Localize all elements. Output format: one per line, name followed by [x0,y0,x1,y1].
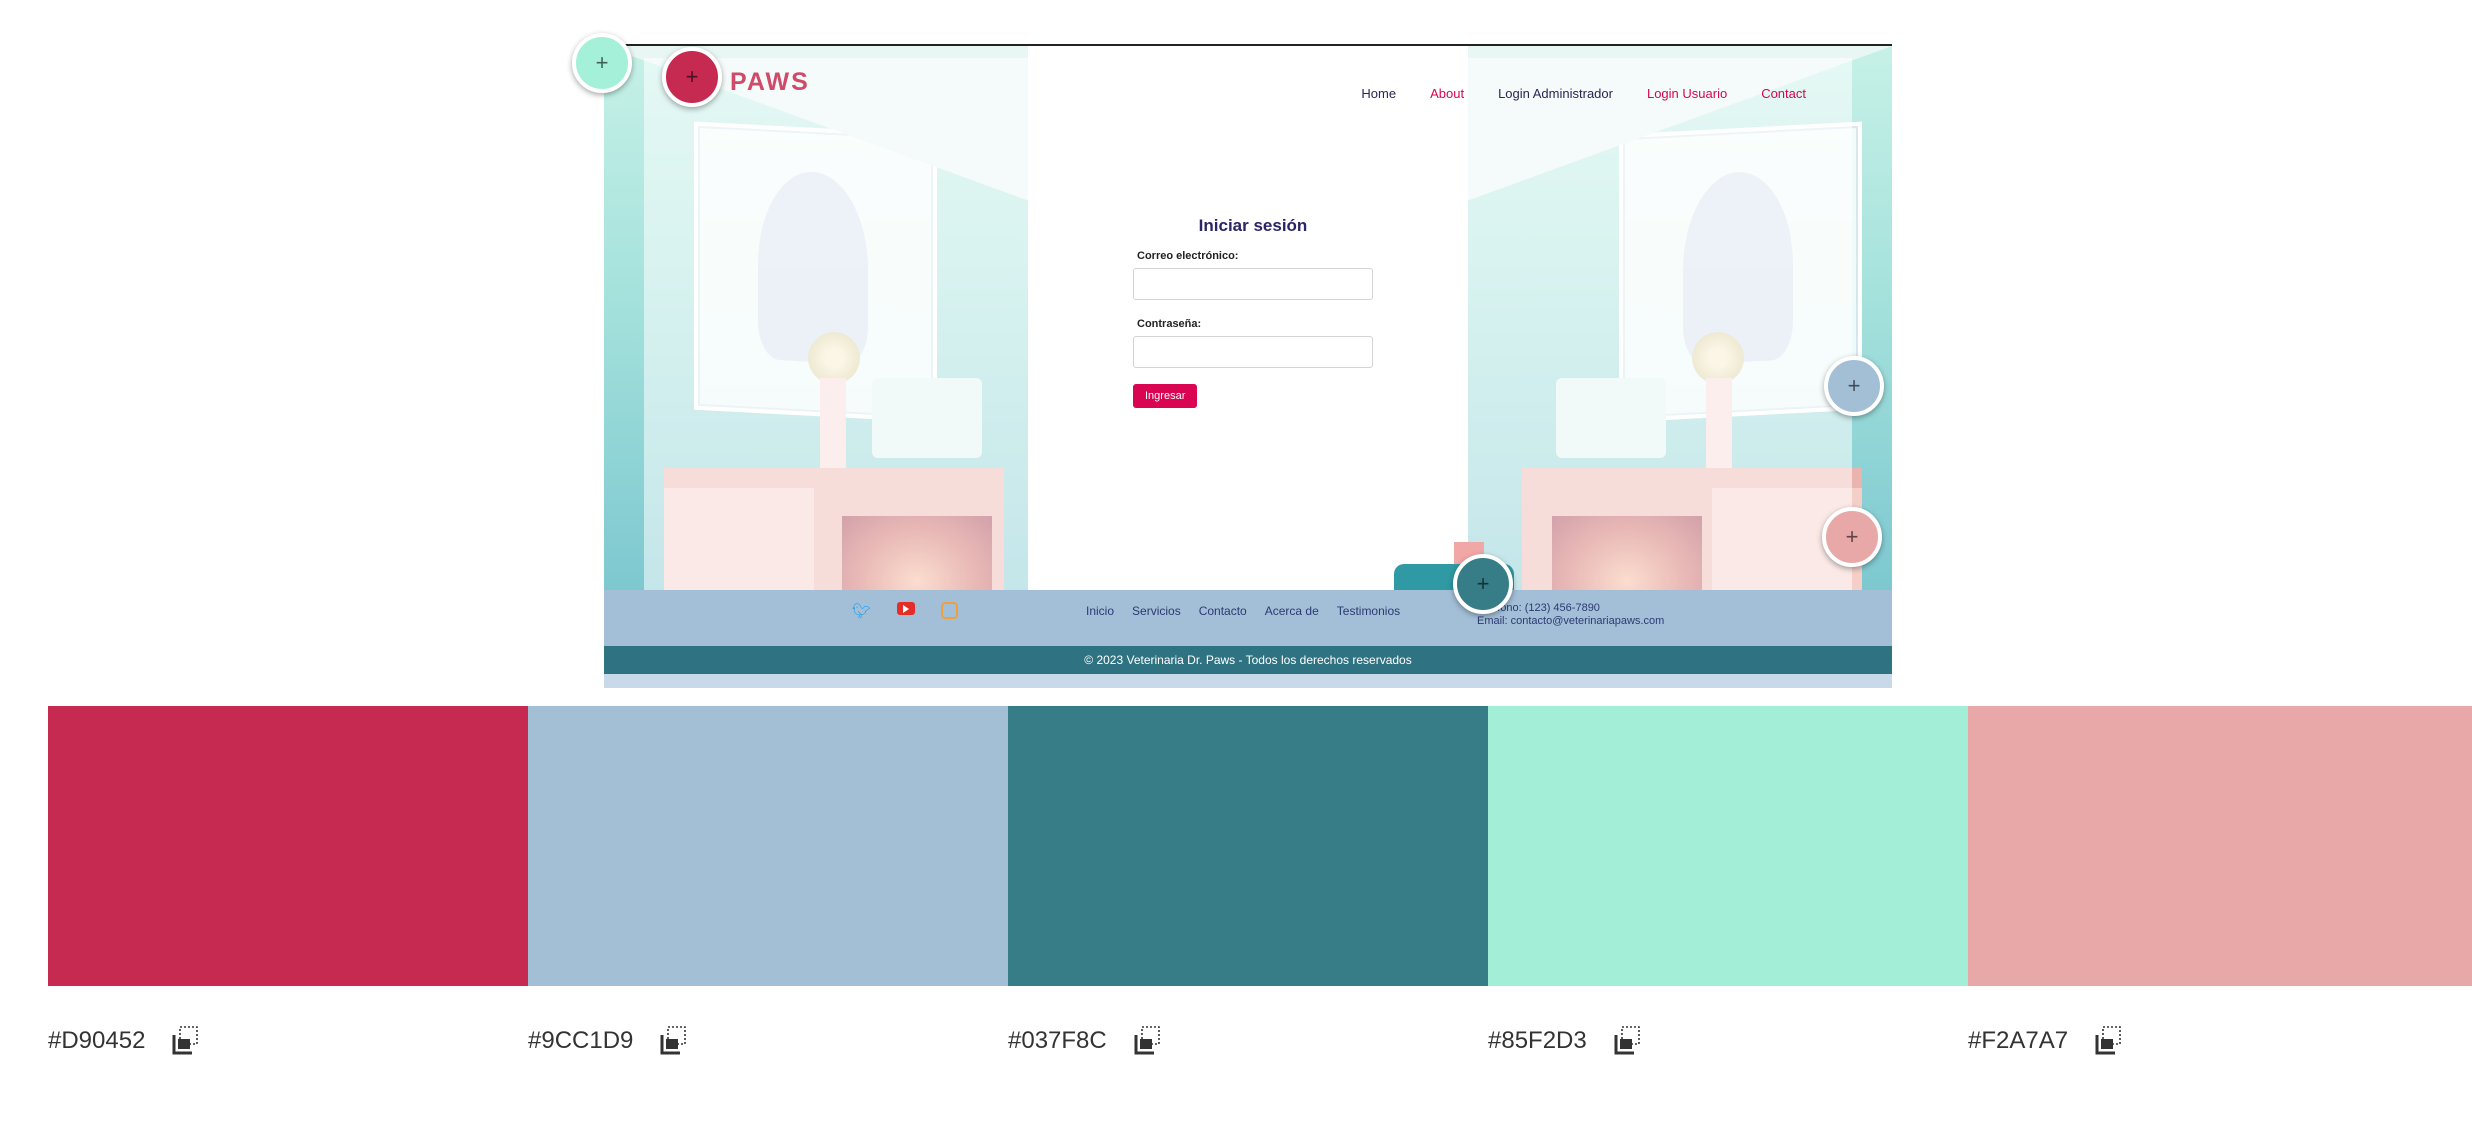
plus-icon: + [1476,571,1490,596]
color-picker-light-blue[interactable]: + [1824,356,1884,416]
palette-label-5: #F2A7A7 [1968,1024,2126,1058]
copy-icon[interactable] [2092,1024,2126,1058]
site-nav: Home About Login Administrador Login Usu… [1361,86,1806,101]
palette-label-1: #D90452 [48,1024,203,1058]
nav-login-user[interactable]: Login Usuario [1647,86,1727,101]
nav-contact[interactable]: Contact [1761,86,1806,101]
social-links: 🐦︎ [852,602,959,620]
copy-icon[interactable] [657,1024,691,1058]
hex-code: #9CC1D9 [528,1027,634,1054]
hex-code: #037F8C [1008,1027,1107,1054]
contact-email: Email: contacto@veterinariapaws.com [1477,615,1665,627]
palette-swatch-5[interactable] [1968,706,2472,986]
copy-icon[interactable] [169,1024,203,1058]
plus-icon: + [1847,373,1861,398]
palette-swatch-2[interactable] [528,706,1008,986]
login-title: Iniciar sesión [1198,216,1308,235]
palette-swatch-3[interactable] [1008,706,1488,986]
youtube-icon[interactable] [897,602,916,615]
plus-icon: + [1845,524,1859,549]
password-label: Contraseña: [1137,318,1202,330]
color-picker-crimson[interactable]: + [662,47,722,107]
footer-links: Inicio Servicios Contacto Acerca de Test… [1086,604,1400,618]
site-logo[interactable]: PAWS [730,68,810,97]
twitter-icon[interactable]: 🐦︎ [852,602,871,620]
email-field[interactable] [1133,268,1373,300]
site-footer: 🐦︎ Inicio Servicios Contacto Acerca de T… [604,590,1892,646]
plus-icon: + [685,64,699,89]
copy-icon[interactable] [1131,1024,1165,1058]
submit-button[interactable]: Ingresar [1133,384,1198,408]
copy-icon[interactable] [1611,1024,1645,1058]
login-form: Iniciar sesión Correo electrónico: Contr… [1133,216,1373,408]
footer-contact: Teléfono: (123) 456-7890 Email: contacto… [1477,602,1664,628]
footer-link-inicio[interactable]: Inicio [1086,604,1114,618]
footer-link-servicios[interactable]: Servicios [1132,604,1181,618]
hex-code: #85F2D3 [1488,1027,1587,1054]
color-picker-mint[interactable]: + [572,33,632,93]
nav-login-admin[interactable]: Login Administrador [1498,86,1613,101]
palette-label-3: #037F8C [1008,1024,1165,1058]
website-preview: PAWS Home About Login Administrador Logi… [604,44,1892,688]
password-field[interactable] [1133,336,1373,368]
footer-link-testimonios[interactable]: Testimonios [1337,604,1400,618]
instagram-icon[interactable] [941,602,959,619]
palette-swatch-1[interactable] [48,706,528,986]
nav-about[interactable]: About [1430,86,1464,101]
palette-label-2: #9CC1D9 [528,1024,691,1058]
hex-code: #F2A7A7 [1968,1027,2069,1054]
footer-link-contacto[interactable]: Contacto [1199,604,1247,618]
palette-label-4: #85F2D3 [1488,1024,1645,1058]
footer-link-acerca[interactable]: Acerca de [1265,604,1319,618]
palette-swatch-4[interactable] [1488,706,1968,986]
hex-code: #D90452 [48,1027,146,1054]
email-label: Correo electrónico: [1137,250,1239,262]
nav-home[interactable]: Home [1361,86,1396,101]
color-picker-pink[interactable]: + [1822,507,1882,567]
color-picker-teal[interactable]: + [1453,554,1513,614]
plus-icon: + [595,50,609,75]
preview-bottom-strip [604,674,1892,688]
footer-copyright: © 2023 Veterinaria Dr. Paws - Todos los … [604,646,1892,674]
